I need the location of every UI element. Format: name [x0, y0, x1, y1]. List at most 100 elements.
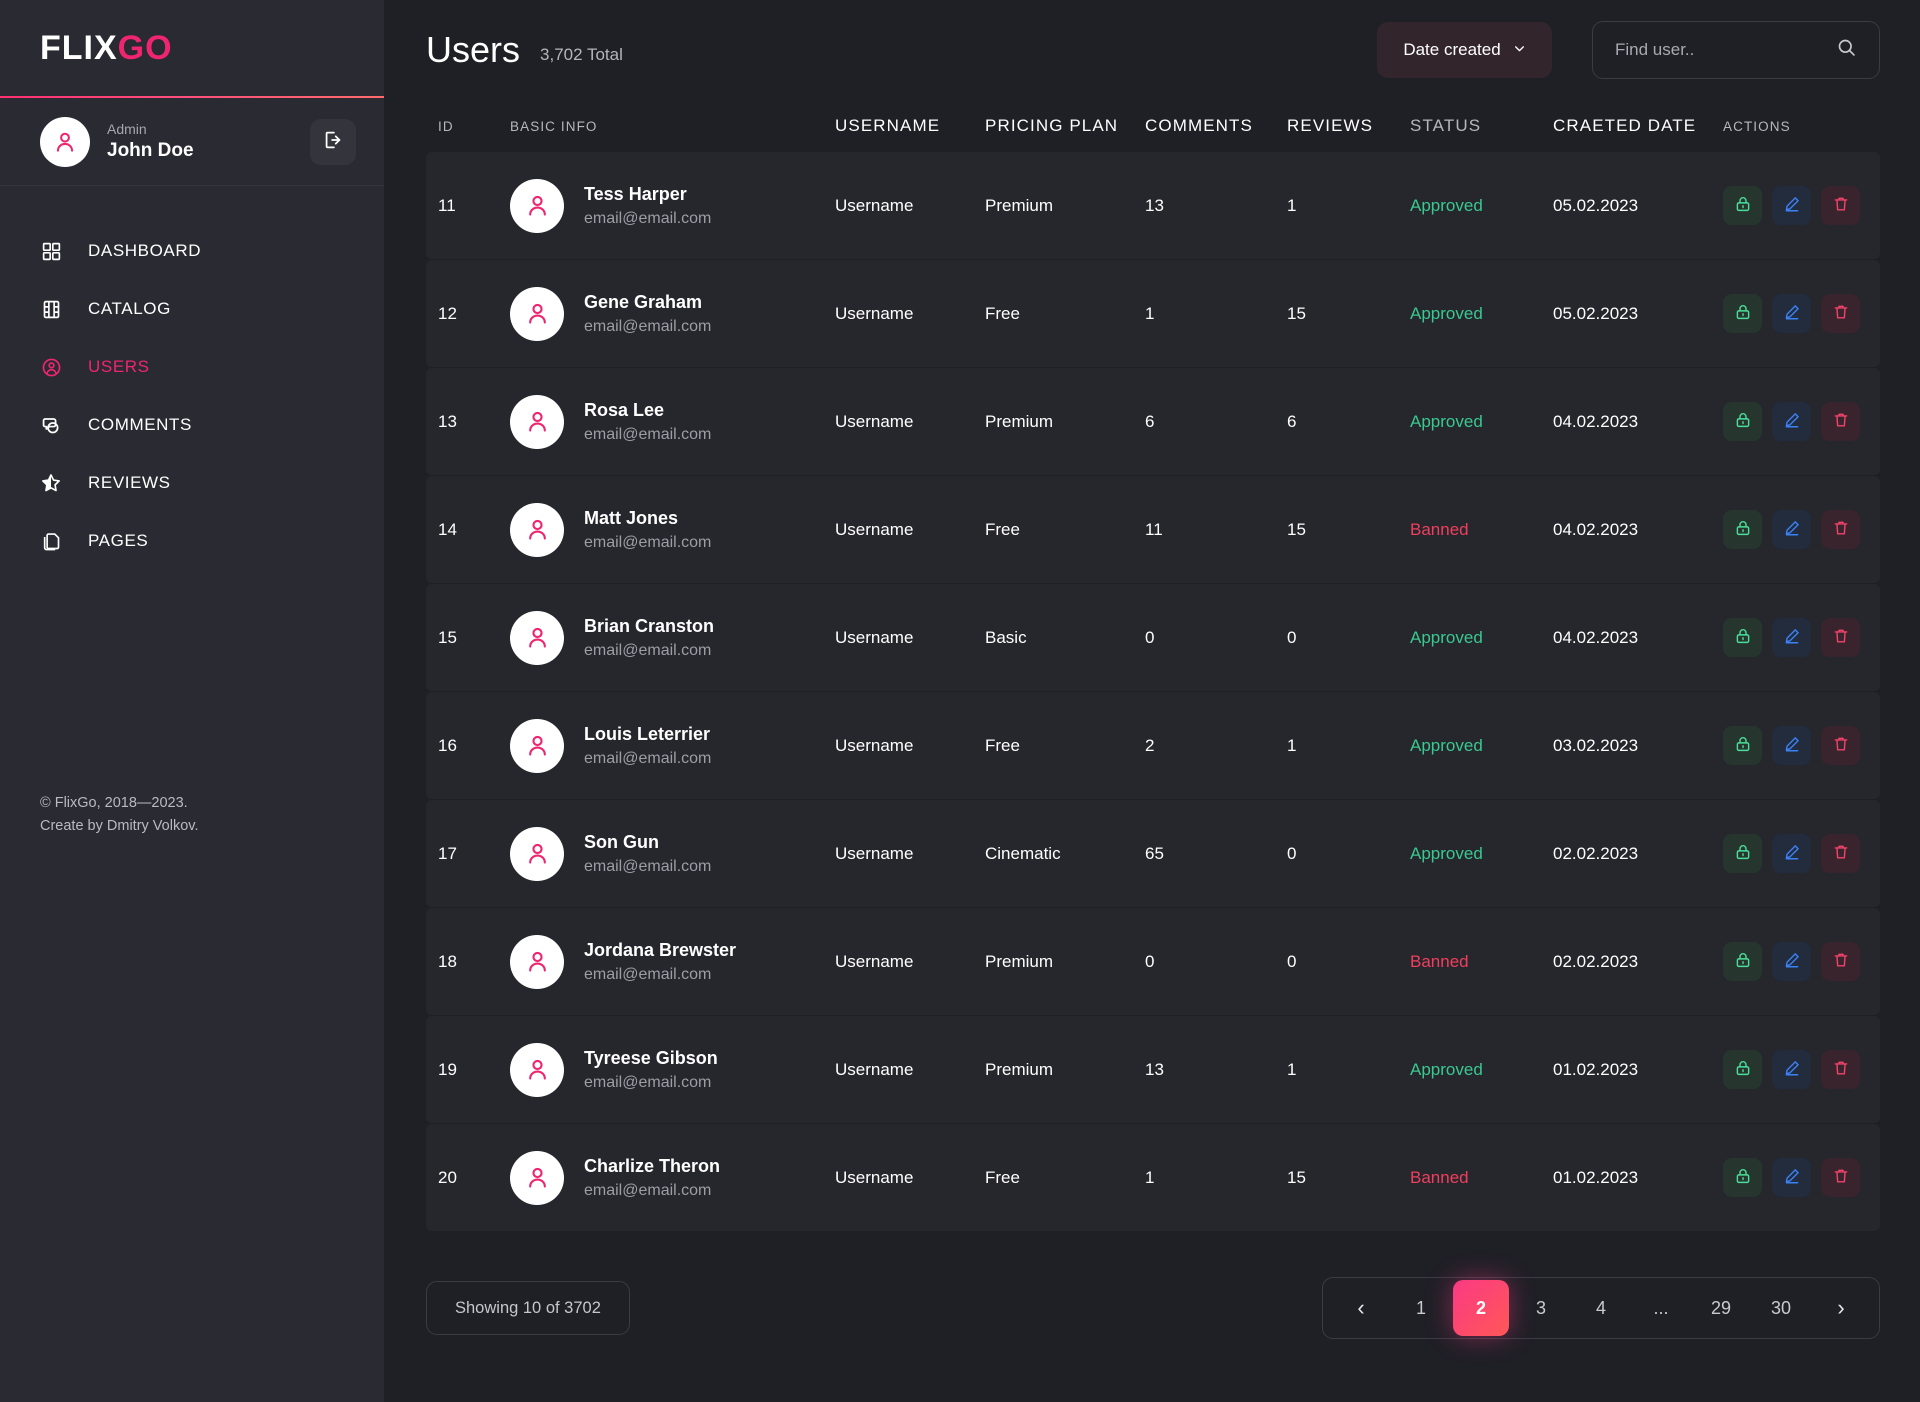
table-row[interactable]: 17 Son Gun email@email.com Username Cine… [426, 800, 1880, 907]
delete-button[interactable] [1821, 402, 1860, 441]
pagination-ellipsis[interactable]: ... [1633, 1280, 1689, 1336]
ban-button[interactable] [1723, 618, 1762, 657]
sidebar-item-dashboard[interactable]: DASHBOARD [0, 222, 384, 280]
cell-actions [1723, 942, 1868, 981]
edit-button[interactable] [1772, 726, 1811, 765]
user-email: email@email.com [584, 749, 712, 767]
ban-button[interactable] [1723, 510, 1762, 549]
ban-button[interactable] [1723, 942, 1762, 981]
ban-button[interactable] [1723, 1158, 1762, 1197]
user-name: Charlize Theron [584, 1155, 721, 1176]
ban-button[interactable] [1723, 402, 1762, 441]
pagination-page[interactable]: 2 [1453, 1280, 1509, 1336]
table-row[interactable]: 20 Charlize Theron email@email.com Usern… [426, 1124, 1880, 1231]
delete-button[interactable] [1821, 294, 1860, 333]
cell-id: 19 [438, 1059, 457, 1079]
cell-basicinfo: Tess Harper email@email.com [510, 178, 835, 233]
table-row[interactable]: 15 Brian Cranston email@email.com Userna… [426, 584, 1880, 691]
pagination-page[interactable]: 30 [1753, 1280, 1809, 1336]
sidebar-item-label: REVIEWS [88, 473, 171, 492]
pencil-icon [1783, 519, 1801, 540]
ban-button[interactable] [1723, 294, 1762, 333]
sidebar-item-pages[interactable]: PAGES [0, 512, 384, 570]
cell-date: 05.02.2023 [1553, 303, 1639, 323]
trash-icon [1832, 1167, 1850, 1188]
ban-button[interactable] [1723, 726, 1762, 765]
brand-header: FLIXGO [0, 0, 384, 98]
user-name: Rosa Lee [584, 399, 665, 420]
edit-button[interactable] [1772, 1158, 1811, 1197]
edit-button[interactable] [1772, 1050, 1811, 1089]
pagination-prev[interactable]: ‹ [1333, 1280, 1389, 1336]
delete-button[interactable] [1821, 726, 1860, 765]
search-input[interactable] [1615, 40, 1836, 60]
trash-icon [1832, 519, 1850, 540]
delete-button[interactable] [1821, 1050, 1860, 1089]
delete-button[interactable] [1821, 1158, 1860, 1197]
edit-button[interactable] [1772, 618, 1811, 657]
pencil-icon [1783, 195, 1801, 216]
edit-button[interactable] [1772, 186, 1811, 225]
grid-icon [38, 238, 64, 264]
sort-dropdown-label: Date created [1403, 40, 1501, 59]
cell-actions [1723, 402, 1868, 441]
cell-actions [1723, 294, 1868, 333]
trash-icon [1832, 627, 1850, 648]
ban-button[interactable] [1723, 186, 1762, 225]
pagination-page[interactable]: 1 [1393, 1280, 1449, 1336]
delete-button[interactable] [1821, 942, 1860, 981]
logo[interactable]: FLIXGO [40, 29, 173, 68]
edit-button[interactable] [1772, 942, 1811, 981]
ban-button[interactable] [1723, 1050, 1762, 1089]
avatar [510, 1042, 564, 1097]
cell-id: 20 [438, 1167, 457, 1187]
user-email: email@email.com [584, 533, 712, 551]
cell-basicinfo: Gene Graham email@email.com [510, 286, 835, 341]
search-box[interactable] [1592, 21, 1880, 79]
sidebar-item-users[interactable]: USERS [0, 338, 384, 396]
avatar [510, 718, 564, 773]
logout-button[interactable] [310, 118, 356, 165]
pagination-page[interactable]: 3 [1513, 1280, 1569, 1336]
lock-icon [1734, 843, 1752, 864]
delete-button[interactable] [1821, 186, 1860, 225]
delete-button[interactable] [1821, 510, 1860, 549]
table-row[interactable]: 11 Tess Harper email@email.com Username … [426, 152, 1880, 259]
edit-button[interactable] [1772, 402, 1811, 441]
table-row[interactable]: 18 Jordana Brewster email@email.com User… [426, 908, 1880, 1015]
cell-reviews: 0 [1287, 843, 1297, 863]
sort-dropdown[interactable]: Date created [1377, 22, 1552, 78]
user-profile[interactable]: Admin John Doe [0, 98, 384, 186]
cell-reviews: 0 [1287, 627, 1297, 647]
pencil-icon [1783, 411, 1801, 432]
pencil-icon [1783, 303, 1801, 324]
delete-button[interactable] [1821, 618, 1860, 657]
search-icon[interactable] [1836, 37, 1857, 63]
sidebar-item-comments[interactable]: COMMENTS [0, 396, 384, 454]
lock-icon [1734, 627, 1752, 648]
edit-button[interactable] [1772, 834, 1811, 873]
trash-icon [1832, 303, 1850, 324]
delete-button[interactable] [1821, 834, 1860, 873]
cell-reviews: 0 [1287, 951, 1297, 971]
cell-plan: Premium [985, 195, 1054, 215]
table-row[interactable]: 13 Rosa Lee email@email.com Username Pre… [426, 368, 1880, 475]
sidebar-item-reviews[interactable]: REVIEWS [0, 454, 384, 512]
edit-button[interactable] [1772, 510, 1811, 549]
cell-date: 04.02.2023 [1553, 411, 1639, 431]
avatar [510, 286, 564, 341]
pagination-page[interactable]: 29 [1693, 1280, 1749, 1336]
cell-basicinfo: Son Gun email@email.com [510, 826, 835, 881]
sidebar-item-catalog[interactable]: CATALOG [0, 280, 384, 338]
table-row[interactable]: 12 Gene Graham email@email.com Username … [426, 260, 1880, 367]
pagination-next[interactable]: › [1813, 1280, 1869, 1336]
edit-button[interactable] [1772, 294, 1811, 333]
ban-button[interactable] [1723, 834, 1762, 873]
sidebar-item-label: USERS [88, 357, 150, 376]
pagination-page[interactable]: 4 [1573, 1280, 1629, 1336]
app-root: FLIXGO Admin John Doe DASHBOARD CATALOG … [0, 0, 1920, 1402]
cell-reviews: 6 [1287, 411, 1297, 431]
table-row[interactable]: 14 Matt Jones email@email.com Username F… [426, 476, 1880, 583]
table-row[interactable]: 19 Tyreese Gibson email@email.com Userna… [426, 1016, 1880, 1123]
table-row[interactable]: 16 Louis Leterrier email@email.com Usern… [426, 692, 1880, 799]
